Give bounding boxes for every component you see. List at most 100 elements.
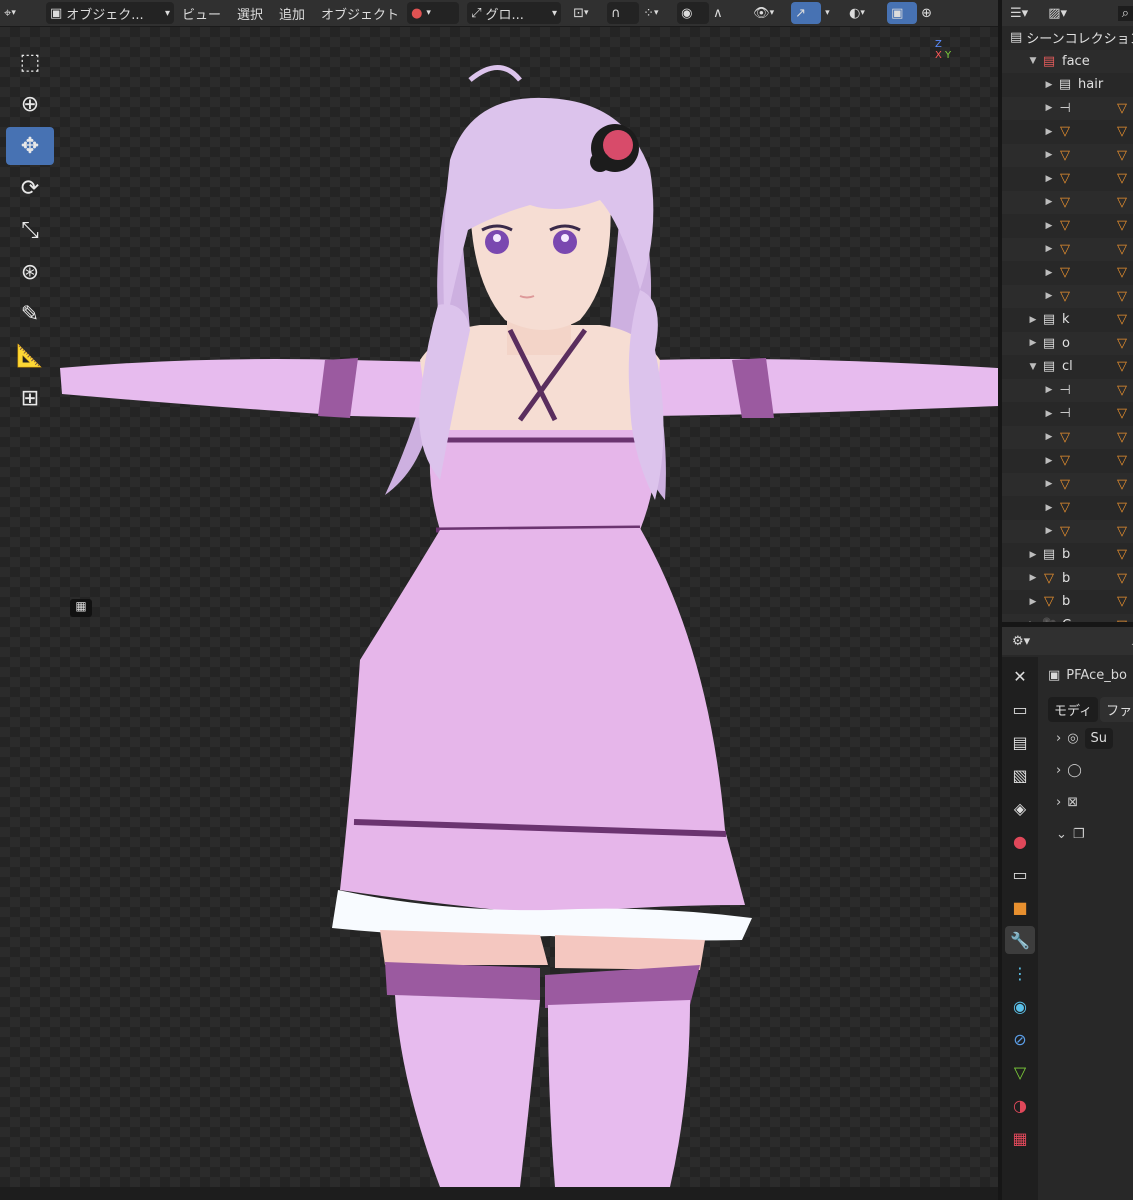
- chevron-right-icon[interactable]: ▶: [1042, 197, 1056, 207]
- chevron-right-icon[interactable]: ▶: [1042, 80, 1056, 90]
- chevron-right-icon[interactable]: ›: [1056, 731, 1061, 746]
- chevron-right-icon[interactable]: ▶: [1042, 503, 1056, 513]
- chevron-right-icon[interactable]: ▶: [1026, 573, 1040, 583]
- scene-icon[interactable]: ◈: [1005, 794, 1035, 822]
- outliner-row[interactable]: ▶ ▽ ▽: [1002, 284, 1133, 308]
- outliner-row[interactable]: ▶ ▽ ▽: [1002, 519, 1133, 543]
- wireframe-shading-button[interactable]: ⊕: [917, 2, 949, 24]
- particles-icon[interactable]: ⋮: [1005, 959, 1035, 987]
- menu-view[interactable]: ビュー: [174, 2, 229, 24]
- outliner-row[interactable]: ▼ ▤ face: [1002, 49, 1133, 73]
- outliner-row[interactable]: ▤ シーンコレクション: [1002, 26, 1133, 50]
- chevron-right-icon[interactable]: ▶: [1026, 338, 1040, 348]
- properties-editor-icon[interactable]: ⚙▾: [1012, 634, 1030, 649]
- modifier-row[interactable]: › ⊠: [1038, 786, 1133, 818]
- modifier-row[interactable]: › ◎ Su: [1038, 722, 1133, 754]
- snap-toggle[interactable]: ∩: [607, 2, 640, 24]
- outliner-row[interactable]: ▶ ▽ ▽: [1002, 449, 1133, 473]
- menu-object[interactable]: オブジェクト: [313, 2, 407, 24]
- material-icon[interactable]: ◑: [1005, 1091, 1035, 1119]
- data-icon[interactable]: ▽: [1005, 1058, 1035, 1086]
- chevron-right-icon[interactable]: ▶: [1042, 127, 1056, 137]
- outliner-row[interactable]: ▶ ▽ ▽: [1002, 214, 1133, 238]
- chevron-right-icon[interactable]: ▶: [1026, 315, 1040, 325]
- annotate-icon[interactable]: ✎: [6, 295, 54, 333]
- 3d-viewport[interactable]: ⬚ ⊕ ✥ ⟳ ⤡ ⊛ ✎ 📐 ⊞ Z X Y ▦: [0, 27, 998, 1187]
- outliner-row[interactable]: ▶ ▤ o ▽: [1002, 331, 1133, 355]
- visibility-button[interactable]: 👁 ▾: [749, 2, 791, 24]
- chevron-down-icon[interactable]: ⌄: [1056, 827, 1067, 842]
- outliner-row[interactable]: ▶ ⊣ ▽: [1002, 402, 1133, 426]
- shading-preset-button[interactable]: ● ▾: [407, 2, 460, 24]
- move-icon[interactable]: ✥: [6, 127, 54, 165]
- chevron-right-icon[interactable]: ›: [1056, 763, 1061, 778]
- modifier-row-expanded[interactable]: ⌄ ❐: [1038, 818, 1133, 850]
- chevron-right-icon[interactable]: ▶: [1042, 432, 1056, 442]
- physics-icon[interactable]: ◉: [1005, 992, 1035, 1020]
- transform-orientation-dropdown[interactable]: ⤢ グロ... ▾: [467, 2, 562, 24]
- outliner-row[interactable]: ▶ ▽ ▽: [1002, 190, 1133, 214]
- axis-gizmo[interactable]: Z X Y: [935, 39, 951, 61]
- overlay-button[interactable]: ◐ ▾: [845, 2, 887, 24]
- outliner-row[interactable]: ▶ ▽ ▽: [1002, 167, 1133, 191]
- outliner-row[interactable]: ▶ ▽ b ▽: [1002, 590, 1133, 614]
- object-name[interactable]: PFAce_bo: [1066, 668, 1127, 683]
- output-icon[interactable]: ▤: [1005, 728, 1035, 756]
- pivot-point-button[interactable]: ⊡ ▾: [569, 2, 607, 24]
- collection-icon[interactable]: ▭: [1005, 860, 1035, 888]
- outliner-row[interactable]: ▶ ⊣ ▽: [1002, 96, 1133, 120]
- chevron-right-icon[interactable]: ▶: [1042, 526, 1056, 536]
- chevron-right-icon[interactable]: ▶: [1042, 385, 1056, 395]
- snap-target-button[interactable]: ⁘ ▾: [639, 2, 677, 24]
- chevron-right-icon[interactable]: ▶: [1042, 268, 1056, 278]
- editor-type-button[interactable]: ⌖ ▾: [0, 2, 38, 24]
- rotate-icon[interactable]: ⟳: [6, 169, 54, 207]
- outliner-row[interactable]: ▶ ▤ b ▽: [1002, 543, 1133, 567]
- transform-icon[interactable]: ⊛: [6, 253, 54, 291]
- scale-icon[interactable]: ⤡: [6, 211, 54, 249]
- checker-icon[interactable]: ▦: [70, 599, 92, 617]
- outliner-row[interactable]: ▼ ▤ cl ▽: [1002, 355, 1133, 379]
- outliner-row[interactable]: ▶ ▽ ▽: [1002, 425, 1133, 449]
- outliner-row[interactable]: ▶ ▽ ▽: [1002, 143, 1133, 167]
- falloff-button[interactable]: ∧: [709, 2, 741, 24]
- chevron-right-icon[interactable]: ▶: [1026, 550, 1040, 560]
- outliner-editor-icon[interactable]: ☰▾: [1010, 6, 1028, 21]
- tab-files[interactable]: ファイ: [1100, 697, 1133, 722]
- gizmo-dropdown[interactable]: ▾: [821, 2, 845, 24]
- search-icon[interactable]: ⌕: [1117, 5, 1133, 21]
- modifier-row[interactable]: › ◯: [1038, 754, 1133, 786]
- menu-add[interactable]: 追加: [271, 2, 313, 24]
- outliner-row[interactable]: ▶ ⊣ ▽: [1002, 378, 1133, 402]
- select-box-icon[interactable]: ⬚: [6, 43, 54, 81]
- outliner-row[interactable]: ▶🎥C▽: [1002, 613, 1133, 622]
- texture-icon[interactable]: ▦: [1005, 1124, 1035, 1152]
- object-icon[interactable]: ■: [1005, 893, 1035, 921]
- outliner-row[interactable]: ▶ ▽ ▽: [1002, 120, 1133, 144]
- chevron-right-icon[interactable]: ▶: [1042, 409, 1056, 419]
- chevron-right-icon[interactable]: ›: [1056, 795, 1061, 810]
- outliner-row[interactable]: ▶ ▽ ▽: [1002, 237, 1133, 261]
- measure-icon[interactable]: 📐: [6, 337, 54, 375]
- modifier-icon[interactable]: 🔧: [1005, 926, 1035, 954]
- chevron-right-icon[interactable]: ▶: [1042, 244, 1056, 254]
- mode-selector[interactable]: ▣ オブジェク... ▾: [46, 2, 174, 24]
- chevron-right-icon[interactable]: ▶: [1042, 456, 1056, 466]
- outliner-row[interactable]: ▶ ▽ b ▽: [1002, 566, 1133, 590]
- add-cube-icon[interactable]: ⊞: [6, 379, 54, 417]
- view-layer-icon[interactable]: ▧: [1005, 761, 1035, 789]
- chevron-right-icon[interactable]: ▶: [1026, 597, 1040, 607]
- proportional-toggle[interactable]: ◉: [677, 2, 710, 24]
- render-icon[interactable]: ▭: [1005, 695, 1035, 723]
- chevron-right-icon[interactable]: ▶: [1042, 291, 1056, 301]
- chevron-right-icon[interactable]: ▶: [1042, 221, 1056, 231]
- outliner-row[interactable]: ▶ ▽ ▽: [1002, 261, 1133, 285]
- chevron-right-icon[interactable]: ▶: [1042, 150, 1056, 160]
- chevron-right-icon[interactable]: ▶: [1042, 103, 1056, 113]
- world-icon[interactable]: ●: [1005, 827, 1035, 855]
- gizmo-toggle[interactable]: ↗: [791, 2, 822, 24]
- xray-toggle[interactable]: ▣: [887, 2, 918, 24]
- tool-icon[interactable]: ✕: [1005, 662, 1035, 690]
- tab-modifiers[interactable]: モディ: [1048, 697, 1099, 722]
- outliner-row[interactable]: ▶ ▤ hair: [1002, 73, 1133, 97]
